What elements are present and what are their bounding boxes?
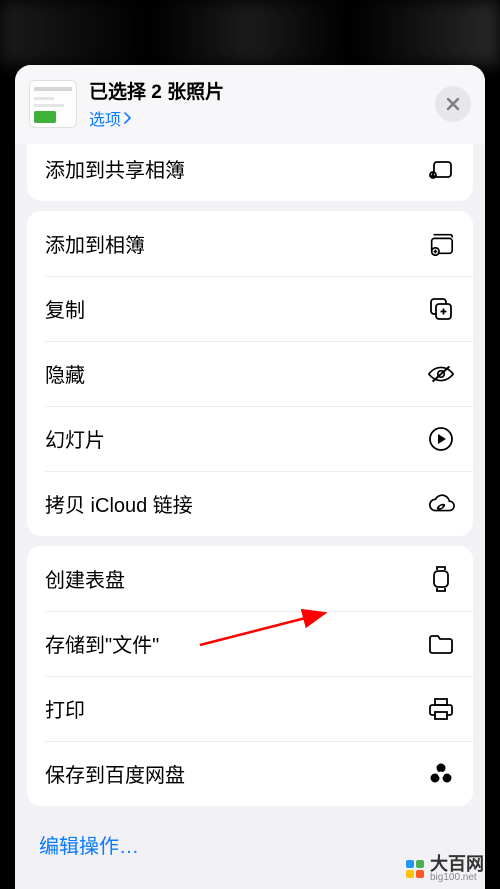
row-copy[interactable]: 复制 (27, 276, 473, 341)
row-label: 添加到相簿 (45, 229, 145, 258)
actions-scroll[interactable]: 添加到共享相簿 添加到相簿 复制 隐藏 (15, 144, 485, 889)
row-save-baidu[interactable]: 保存到百度网盘 (27, 741, 473, 806)
link-cloud-icon (427, 490, 455, 518)
row-save-to-files[interactable]: 存储到"文件" (27, 611, 473, 676)
copy-icon (427, 295, 455, 323)
options-label: 选项 (89, 106, 121, 130)
options-link[interactable]: 选项 (89, 106, 423, 130)
row-label: 存储到"文件" (45, 629, 159, 658)
print-icon (427, 695, 455, 723)
selection-title: 已选择 2 张照片 (89, 77, 423, 104)
action-group-2: 创建表盘 存储到"文件" 打印 保存到百度网盘 (27, 546, 473, 806)
row-print[interactable]: 打印 (27, 676, 473, 741)
row-label: 隐藏 (45, 359, 85, 388)
watermark: 大百网 big100.net (406, 855, 484, 883)
shared-album-icon (427, 155, 455, 183)
row-label: 创建表盘 (45, 564, 125, 593)
row-slideshow[interactable]: 幻灯片 (27, 406, 473, 471)
row-label: 幻灯片 (45, 424, 105, 453)
row-add-album[interactable]: 添加到相簿 (27, 211, 473, 276)
row-create-watchface[interactable]: 创建表盘 (27, 546, 473, 611)
header-text: 已选择 2 张照片 选项 (89, 77, 423, 130)
row-label: 拷贝 iCloud 链接 (45, 489, 193, 518)
action-group-0: 添加到共享相簿 (27, 144, 473, 201)
add-album-icon (427, 230, 455, 258)
chevron-right-icon (123, 112, 131, 124)
share-sheet: 已选择 2 张照片 选项 添加到共享相簿 添加到相簿 (15, 65, 485, 889)
photo-thumbnail[interactable] (29, 80, 77, 128)
row-label: 保存到百度网盘 (45, 759, 185, 788)
close-button[interactable] (435, 86, 471, 122)
row-label: 添加到共享相簿 (45, 154, 185, 183)
watermark-sub: big100.net (430, 873, 484, 883)
row-label: 打印 (45, 694, 85, 723)
status-bar-blur (0, 0, 500, 65)
hide-icon (427, 360, 455, 388)
sheet-header: 已选择 2 张照片 选项 (15, 65, 485, 144)
folder-icon (427, 630, 455, 658)
close-icon (445, 96, 461, 112)
action-group-1: 添加到相簿 复制 隐藏 幻灯片 (27, 211, 473, 536)
play-icon (427, 425, 455, 453)
watch-icon (427, 565, 455, 593)
row-hide[interactable]: 隐藏 (27, 341, 473, 406)
watermark-main: 大百网 (430, 855, 484, 873)
row-icloud-link[interactable]: 拷贝 iCloud 链接 (27, 471, 473, 536)
baidu-icon (427, 760, 455, 788)
row-label: 复制 (45, 294, 85, 323)
watermark-logo-icon (406, 860, 424, 878)
row-add-shared-album[interactable]: 添加到共享相簿 (27, 144, 473, 201)
